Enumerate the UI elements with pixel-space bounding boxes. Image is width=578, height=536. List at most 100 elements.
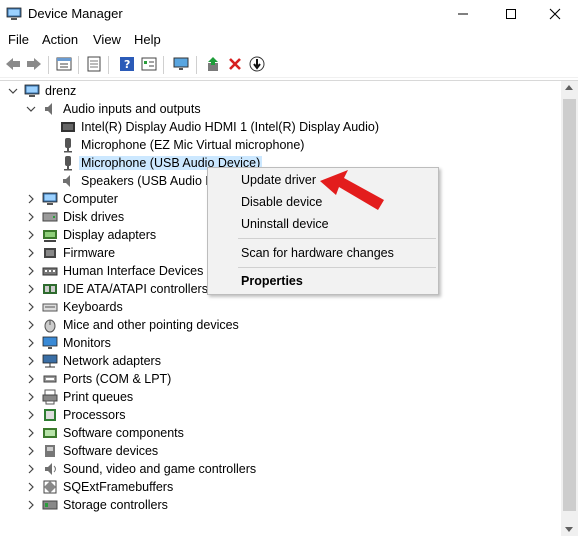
menu-item-update-driver[interactable]: Update driver [241, 173, 316, 187]
tree-item-microphone-ez[interactable]: Microphone (EZ Mic Virtual microphone) [60, 136, 304, 154]
tree-item-ide-ata-atapi-controllers[interactable]: IDE ATA/ATAPI controllers [24, 280, 208, 298]
tree-item-display-adapters[interactable]: Display adapters [24, 226, 156, 244]
title-bar: Device Manager [0, 0, 578, 28]
tree-item-monitors[interactable]: Monitors [24, 334, 111, 352]
tree-item-audio[interactable]: Audio inputs and outputs [24, 100, 201, 118]
show-hidden-icon [87, 56, 101, 72]
properties-icon [56, 57, 72, 71]
scrollbar-thumb[interactable] [563, 99, 576, 511]
software-component-icon [42, 425, 58, 441]
maximize-icon [506, 9, 516, 19]
microphone-icon [60, 137, 76, 153]
chevron-right-icon[interactable] [24, 406, 38, 424]
help-button[interactable]: ? [118, 55, 136, 73]
chevron-right-icon[interactable] [24, 190, 38, 208]
tree-item-intel-audio[interactable]: Intel(R) Display Audio HDMI 1 (Intel(R) … [60, 118, 379, 136]
chevron-right-icon[interactable] [24, 424, 38, 442]
tree-item-label: Disk drives [63, 210, 125, 224]
chevron-right-icon[interactable] [24, 208, 38, 226]
tree-item-label: Intel(R) Display Audio HDMI 1 (Intel(R) … [81, 120, 380, 134]
scroll-up-icon[interactable] [565, 85, 573, 90]
download-button[interactable] [248, 55, 266, 73]
close-icon [549, 8, 561, 20]
chevron-right-icon[interactable] [24, 262, 38, 280]
tree-item-processors[interactable]: Processors [24, 406, 126, 424]
chevron-right-icon[interactable] [24, 442, 38, 460]
menu-file[interactable]: File [8, 32, 29, 47]
tree-item-mice-and-other-pointing-devices[interactable]: Mice and other pointing devices [24, 316, 239, 334]
monitor-icon [42, 335, 58, 351]
toolbar: ? [0, 52, 578, 78]
chevron-right-icon[interactable] [24, 316, 38, 334]
chevron-down-icon[interactable] [24, 100, 38, 118]
forward-button[interactable] [25, 55, 43, 73]
tree-root[interactable]: drenz [6, 82, 76, 100]
tree-item-keyboards[interactable]: Keyboards [24, 298, 123, 316]
update-driver-icon [208, 57, 218, 71]
tree-item-sound-video-game-controllers[interactable]: Sound, video and game controllers [24, 460, 256, 478]
speaker-icon [42, 101, 58, 117]
annotation-arrow-icon [320, 170, 384, 210]
tree-item-label: IDE ATA/ATAPI controllers [63, 282, 208, 296]
scan-hardware-button[interactable] [172, 55, 190, 73]
chevron-right-icon[interactable] [24, 460, 38, 478]
chevron-right-icon[interactable] [24, 298, 38, 316]
chevron-right-icon[interactable] [24, 352, 38, 370]
vertical-scrollbar[interactable] [561, 81, 578, 536]
tree-item-label: Processors [63, 408, 126, 422]
chevron-right-icon[interactable] [24, 478, 38, 496]
chevron-right-icon[interactable] [24, 244, 38, 262]
menu-separator [238, 267, 436, 268]
chevron-down-icon[interactable] [6, 82, 20, 100]
menu-view[interactable]: View [93, 32, 121, 47]
tree-item-label: Sound, video and game controllers [63, 462, 257, 476]
menu-help[interactable]: Help [134, 32, 161, 47]
minimize-button[interactable] [440, 0, 486, 28]
tree-item-network-adapters[interactable]: Network adapters [24, 352, 161, 370]
tree-item-disk-drives[interactable]: Disk drives [24, 208, 124, 226]
chevron-right-icon[interactable] [24, 388, 38, 406]
show-hidden-button[interactable] [85, 55, 103, 73]
download-icon [249, 56, 265, 72]
tree-item-software-devices[interactable]: Software devices [24, 442, 158, 460]
update-driver-button[interactable] [204, 55, 222, 73]
chevron-right-icon[interactable] [24, 370, 38, 388]
menu-action[interactable]: Action [42, 32, 78, 47]
tree-item-software-components[interactable]: Software components [24, 424, 184, 442]
tree-item-label: Ports (COM & LPT) [63, 372, 172, 386]
properties-button[interactable] [55, 55, 73, 73]
tree-item-label: Human Interface Devices [63, 264, 204, 278]
tree-item-label: Storage controllers [63, 498, 168, 512]
scroll-down-icon[interactable] [565, 527, 573, 532]
computer-icon [42, 191, 58, 207]
menu-item-properties[interactable]: Properties [241, 274, 303, 288]
tree-item-computer[interactable]: Computer [24, 190, 118, 208]
maximize-button[interactable] [488, 0, 534, 28]
tree-item-firmware[interactable]: Firmware [24, 244, 115, 262]
ide-controller-icon [42, 281, 58, 297]
microphone-icon [60, 155, 76, 171]
monitor-icon [173, 57, 189, 70]
uninstall-button[interactable] [226, 55, 244, 73]
tree-item-ports[interactable]: Ports (COM & LPT) [24, 370, 171, 388]
menu-item-disable-device[interactable]: Disable device [241, 195, 322, 209]
tree-item-sqextframebuffers[interactable]: SQExtFramebuffers [24, 478, 173, 496]
chevron-right-icon[interactable] [24, 496, 38, 514]
menu-item-scan-hardware[interactable]: Scan for hardware changes [241, 246, 394, 260]
menu-item-uninstall-device[interactable]: Uninstall device [241, 217, 329, 231]
tree-item-label: Display adapters [63, 228, 157, 242]
keyboard-icon [42, 299, 58, 315]
close-button[interactable] [532, 0, 578, 28]
chevron-right-icon[interactable] [24, 334, 38, 352]
chevron-right-icon[interactable] [24, 280, 38, 298]
tree-item-label: Monitors [63, 336, 111, 350]
back-button[interactable] [4, 55, 22, 73]
forward-icon [27, 58, 41, 70]
tree-item-human-interface-devices[interactable]: Human Interface Devices [24, 262, 203, 280]
tree-item-storage-controllers[interactable]: Storage controllers [24, 496, 168, 514]
tree-item-label: Mice and other pointing devices [63, 318, 239, 332]
view-button[interactable] [140, 55, 158, 73]
chevron-right-icon[interactable] [24, 226, 38, 244]
tree-item-print-queues[interactable]: Print queues [24, 388, 133, 406]
tree-item-label: Software devices [63, 444, 159, 458]
